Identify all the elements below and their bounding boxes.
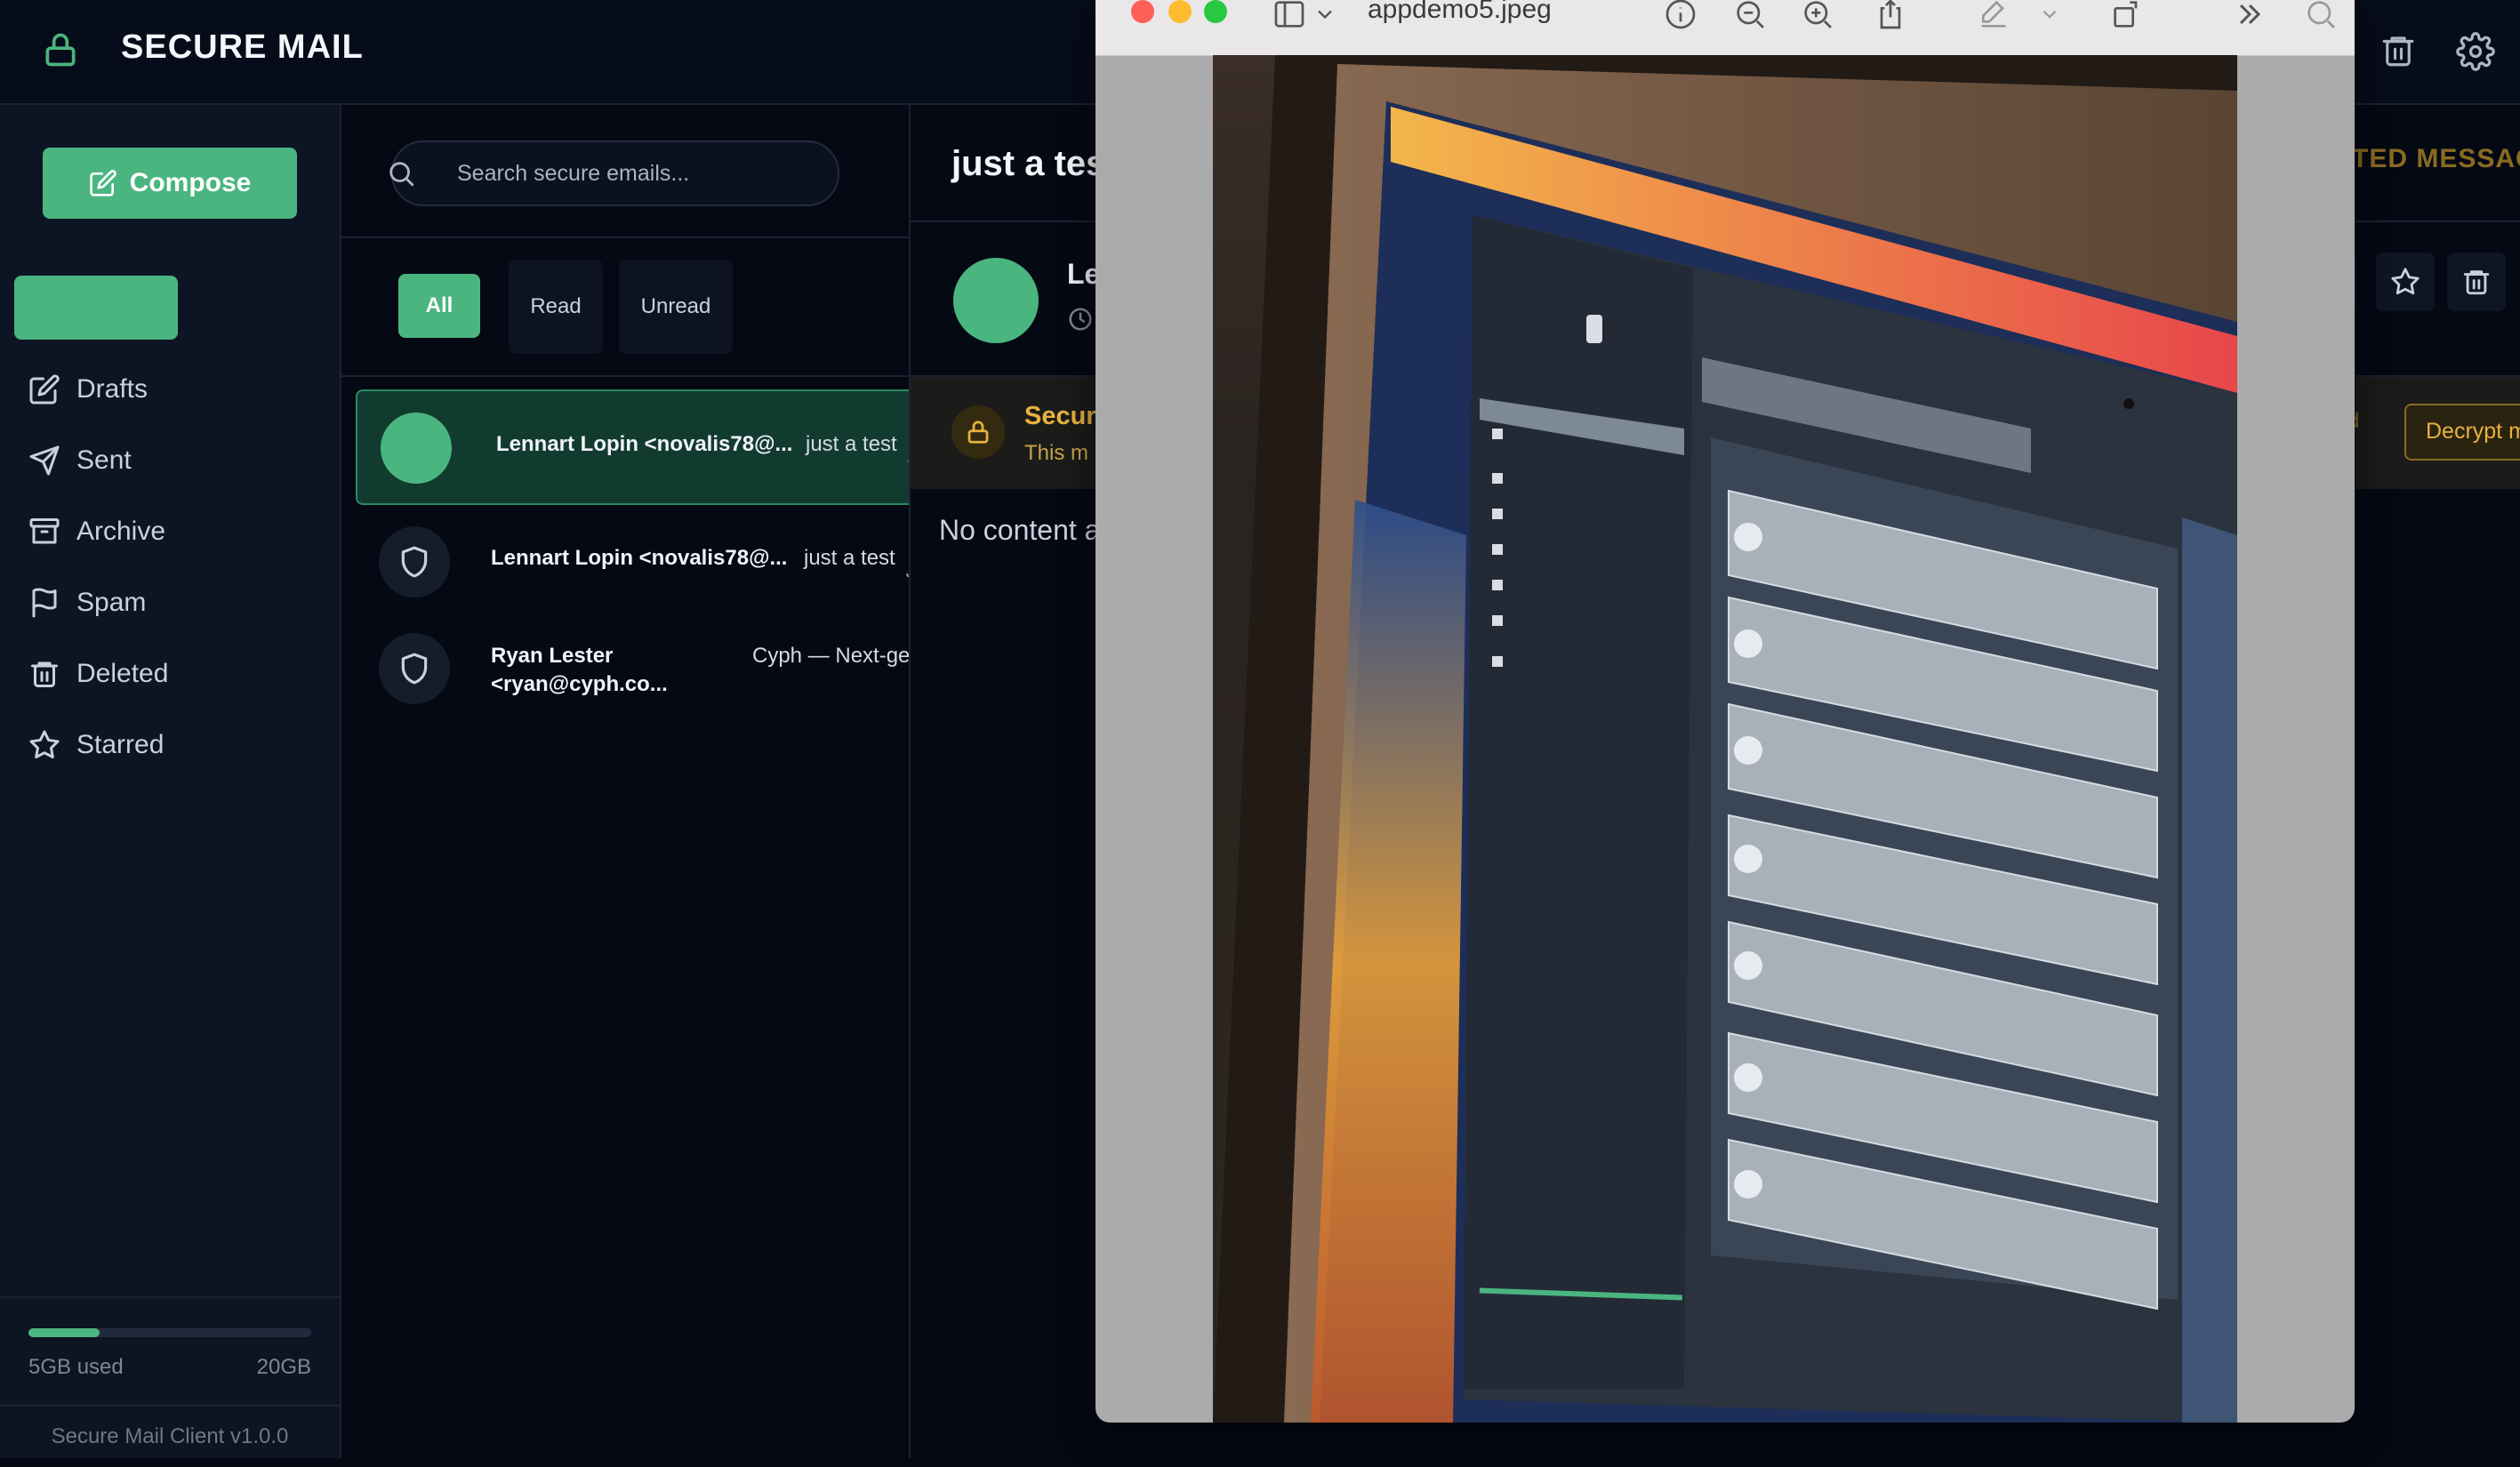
rotate-icon[interactable] [2109,0,2145,32]
divider [341,236,909,238]
email-sender: Lennart Lopin <novalis78@... [496,432,793,456]
chevron-down-icon[interactable] [1312,0,1337,32]
sidebar-item-spam[interactable]: Spam [0,567,340,638]
shield-icon [401,546,428,578]
email-sender: Ryan Lester [491,644,614,668]
avatar [379,633,450,704]
check-icon: ✓ [903,562,909,584]
filter-unread[interactable]: Unread [619,260,733,354]
email-sender-address: <ryan@cyph.co... [491,672,668,696]
encrypted-label: PTED MESSAG [2333,144,2520,173]
edit-icon [89,170,116,196]
storage-used: 5GB used [28,1355,124,1379]
archive-icon [29,518,60,544]
email-row[interactable]: Lennart Lopin <novalis78@... just a test… [356,389,909,505]
app-title: SECURE MAIL [121,28,364,66]
sidebar: Compose Drafts Sent Archive Spam Deleted… [0,105,341,1458]
sidebar-item-deleted[interactable]: Deleted [0,638,340,709]
decrypt-button[interactable]: Decrypt m [2404,404,2520,461]
sidebar-item-label: Spam [76,588,147,617]
sidebar-item-label: Starred [76,730,165,759]
minimize-window-button[interactable] [1168,0,1192,23]
flag-icon [32,588,57,618]
search-icon[interactable] [2303,0,2339,32]
sidebar-item-label: Drafts [76,374,148,404]
sidebar-icon[interactable] [1272,0,1307,32]
edit-icon [29,374,60,405]
storage-meter: 5GB used 20GB [0,1296,340,1405]
storage-fill [28,1328,100,1337]
lock-icon [967,421,989,444]
storage-total: 20GB [256,1355,311,1379]
chevron-down-icon[interactable] [2038,0,2061,32]
email-subject: just a test [806,432,897,456]
filter-all[interactable]: All [398,274,480,338]
star-icon [29,730,60,758]
avatar [381,413,452,484]
gear-icon[interactable] [2456,32,2495,71]
lock-badge [951,405,1005,459]
notice-title: Secur [1024,402,1096,430]
notice-text: This m [1024,441,1088,465]
email-subject: Cyph — Next-ger [752,644,911,668]
sidebar-item-label: Archive [76,517,166,546]
email-body: No content a [939,514,1101,546]
avatar [379,526,450,597]
share-icon[interactable] [1873,0,1908,32]
star-icon [2391,268,2420,295]
trash-icon [31,661,58,687]
sidebar-item-sent[interactable]: Sent [0,425,340,496]
more-icon[interactable] [2232,0,2267,32]
star-button[interactable] [2376,253,2435,311]
search-box[interactable] [389,140,839,206]
avatar [953,258,1039,343]
app-version: Secure Mail Client v1.0.0 [0,1405,340,1460]
sidebar-item-drafts[interactable]: Drafts [0,354,340,425]
shield-icon [401,653,428,685]
zoom-window-button[interactable] [1204,0,1227,23]
lock-icon [45,33,76,67]
email-list-pane: All Read Unread Lennart Lopin <novalis78… [341,105,911,1458]
clock-icon [1069,308,1092,331]
delete-button[interactable] [2447,253,2506,311]
search-input[interactable] [455,153,823,194]
search-icon [389,162,414,187]
email-title: just a tes [951,144,1106,183]
preview-photo [1213,55,2237,1423]
compose-button[interactable]: Compose [43,148,297,219]
info-icon[interactable] [1663,0,1698,32]
storage-track [28,1328,311,1337]
email-row[interactable]: Ryan Lester <ryan@cyph.co... Cyph — Next… [356,612,911,724]
email-sender: Lennart Lopin <novalis78@... [491,546,788,570]
email-subject: just a test [804,546,895,570]
sidebar-item-label: Deleted [76,659,169,688]
close-window-button[interactable] [1131,0,1154,23]
send-icon [29,445,60,476]
sidebar-item-starred[interactable]: Starred [0,709,340,781]
image-preview-window: appdemo5.jpeg [1095,0,2355,1423]
preview-filename: appdemo5.jpeg [1368,0,1552,24]
sidebar-item-archive[interactable]: Archive [0,496,340,567]
zoom-in-icon[interactable] [1800,0,1835,32]
preview-toolbar: appdemo5.jpeg [1095,0,2355,56]
markup-icon[interactable] [1976,0,2011,32]
photo-of-laptop-screen [1213,55,2237,1423]
email-row[interactable]: Lennart Lopin <novalis78@... just a test… [356,505,909,617]
sidebar-nav: Drafts Sent Archive Spam Deleted Starred [0,354,340,781]
trash-icon[interactable] [2380,32,2417,69]
divider [341,375,909,377]
sidebar-item-inbox[interactable] [14,276,178,340]
sidebar-item-label: Sent [76,445,132,475]
filter-read[interactable]: Read [509,260,603,354]
zoom-out-icon[interactable] [1732,0,1768,32]
trash-icon [2463,270,2490,295]
compose-label: Compose [129,168,252,197]
